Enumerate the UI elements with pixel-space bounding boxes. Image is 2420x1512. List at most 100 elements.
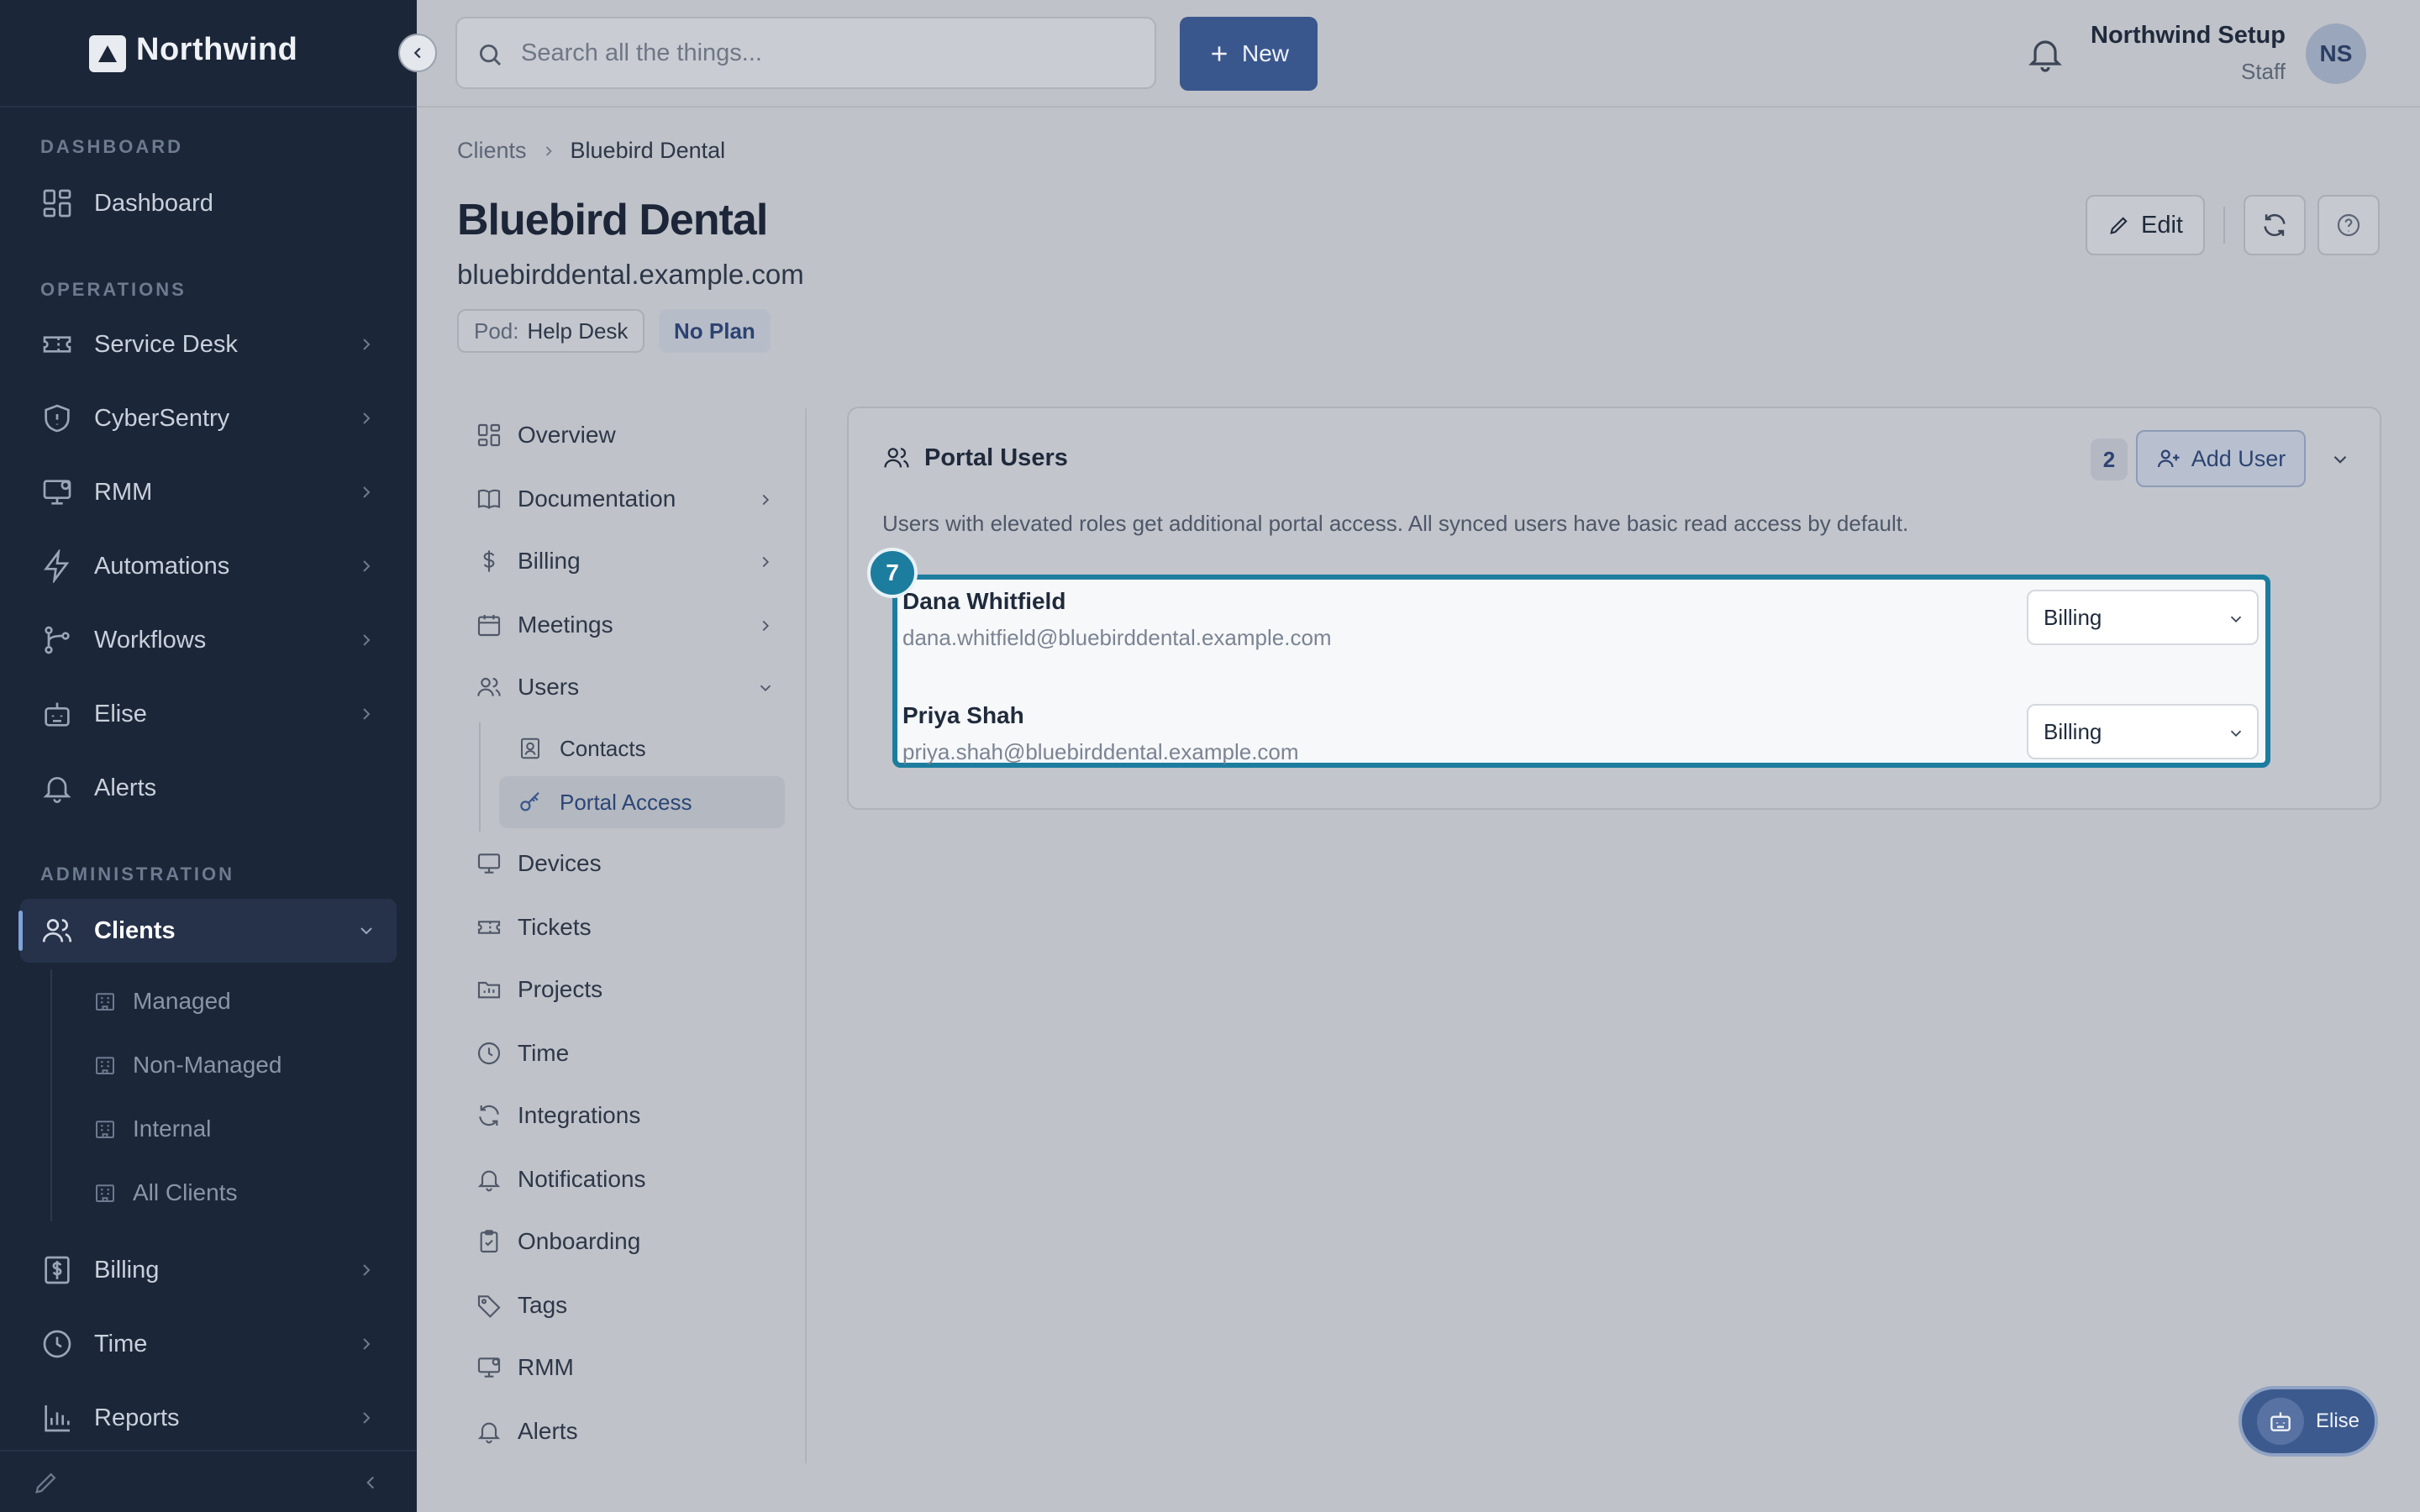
user-email: dana.whitfield@bluebirddental.example.co… — [902, 625, 1332, 650]
tab-label: Alerts — [518, 1418, 578, 1444]
chevron-right-icon — [540, 143, 557, 160]
sidebar-item-workflows[interactable]: Workflows — [20, 608, 397, 672]
edit-button-label: Edit — [2141, 211, 2183, 239]
sidebar-toggle-button[interactable] — [398, 34, 437, 72]
chevron-right-icon — [356, 334, 376, 354]
sidebar-item-rmm[interactable]: RMM — [20, 460, 397, 524]
breadcrumb-clients[interactable]: Clients — [457, 138, 527, 164]
pod-badge[interactable]: Pod: Help Desk — [457, 309, 645, 353]
add-user-label: Add User — [2191, 445, 2286, 471]
list-item: Priya Shah priya.shah@bluebirddental.exa… — [902, 692, 2264, 776]
tab-overview[interactable]: Overview — [472, 408, 783, 462]
building-icon — [92, 1116, 118, 1142]
role-select[interactable]: Billing — [2027, 590, 2259, 645]
tab-devices[interactable]: Devices — [472, 837, 783, 890]
sidebar-item-label: Billing — [94, 1256, 160, 1284]
search-icon — [476, 40, 504, 69]
sidebar-item-time[interactable]: Time — [20, 1312, 397, 1376]
sidebar-logo[interactable]: Northwind — [0, 0, 417, 108]
tab-onboarding[interactable]: Onboarding — [472, 1215, 783, 1268]
tab-portal-access[interactable]: Portal Access — [499, 776, 785, 828]
tab-time[interactable]: Time — [472, 1026, 783, 1080]
sidebar-item-label: Alerts — [94, 774, 157, 801]
tab-label: Projects — [518, 976, 603, 1002]
bell-icon — [476, 1166, 502, 1193]
tab-notifications[interactable]: Notifications — [472, 1152, 783, 1206]
lightning-icon — [40, 549, 74, 583]
step-badge: 7 — [867, 548, 918, 598]
tab-users[interactable]: Users — [472, 660, 783, 714]
pod-value: Help Desk — [527, 318, 629, 344]
sidebar-item-cybersentry[interactable]: CyberSentry — [20, 386, 397, 450]
tab-label: Meetings — [518, 612, 613, 638]
user-name: Priya Shah — [902, 702, 1024, 728]
sidebar-item-clients[interactable]: Clients — [18, 899, 397, 963]
search-box[interactable] — [455, 17, 1156, 89]
sidebar-item-dashboard[interactable]: Dashboard — [20, 171, 397, 235]
edit-button[interactable]: Edit — [2086, 195, 2205, 255]
user-role: Staff — [2240, 59, 2286, 84]
sidebar-subitem-non-managed[interactable]: Non-Managed — [92, 1040, 281, 1090]
collapse-sidebar-icon[interactable] — [360, 1472, 381, 1494]
tab-tickets[interactable]: Tickets — [472, 900, 783, 954]
sidebar-item-alerts[interactable]: Alerts — [20, 756, 397, 820]
elise-assistant-button[interactable]: Elise — [2238, 1386, 2378, 1457]
tab-integrations[interactable]: Integrations — [472, 1089, 783, 1142]
tab-alerts[interactable]: Alerts — [472, 1404, 783, 1458]
key-icon — [518, 790, 543, 815]
sidebar-item-automations[interactable]: Automations — [20, 534, 397, 598]
plus-icon — [1208, 43, 1230, 65]
tab-tags[interactable]: Tags — [472, 1278, 783, 1332]
chevron-right-icon — [356, 1260, 376, 1280]
add-user-button[interactable]: Add User — [2136, 430, 2306, 487]
sidebar-item-elise[interactable]: Elise — [20, 682, 397, 746]
tab-label: Contacts — [560, 735, 646, 761]
sidebar-item-billing[interactable]: Billing — [20, 1238, 397, 1302]
sidebar-item-label: Time — [94, 1330, 148, 1357]
chevron-down-icon[interactable] — [2329, 449, 2351, 470]
sidebar-subitem-label: Non-Managed — [133, 1052, 282, 1078]
chevron-right-icon — [356, 1334, 376, 1354]
card-title: Portal Users — [882, 444, 1068, 472]
tab-billing[interactable]: Billing — [472, 534, 783, 588]
notifications-bell-icon[interactable] — [2025, 34, 2065, 74]
tab-projects[interactable]: Projects — [472, 963, 783, 1016]
tab-label: RMM — [518, 1354, 574, 1380]
tab-label: Portal Access — [560, 789, 692, 815]
chevron-right-icon — [756, 617, 775, 635]
list-item: Dana Whitfield dana.whitfield@bluebirdde… — [902, 578, 2264, 662]
sidebar-item-reports[interactable]: Reports — [20, 1386, 397, 1450]
sync-icon — [476, 1102, 502, 1129]
sidebar-item-label: Service Desk — [94, 330, 238, 358]
sidebar-subitem-all-clients[interactable]: All Clients — [92, 1168, 237, 1218]
refresh-button[interactable] — [2244, 195, 2306, 255]
help-button[interactable] — [2317, 195, 2380, 255]
avatar[interactable]: NS — [2306, 24, 2366, 84]
search-input[interactable] — [521, 34, 1126, 72]
sidebar-item-service-desk[interactable]: Service Desk — [20, 312, 397, 376]
card-description: Users with elevated roles get additional… — [882, 511, 1909, 536]
pencil-icon[interactable] — [32, 1468, 60, 1497]
role-select[interactable]: Billing — [2027, 704, 2259, 759]
logo-icon — [89, 35, 126, 72]
ticket-icon — [476, 914, 502, 941]
tab-label: Integrations — [518, 1102, 641, 1128]
sidebar-subitem-managed[interactable]: Managed — [92, 976, 231, 1026]
building-icon — [92, 1180, 118, 1205]
tab-label: Documentation — [518, 486, 676, 512]
tab-label: Tags — [518, 1292, 568, 1318]
chevron-right-icon — [756, 553, 775, 571]
tag-icon — [476, 1292, 502, 1319]
tab-rmm[interactable]: RMM — [472, 1341, 783, 1394]
tab-meetings[interactable]: Meetings — [472, 598, 783, 652]
topbar: New Northwind Setup Staff NS — [417, 0, 2420, 108]
tab-documentation[interactable]: Documentation — [472, 472, 783, 526]
users-icon — [40, 914, 74, 948]
sidebar-subitem-internal[interactable]: Internal — [92, 1104, 211, 1154]
tab-contacts[interactable]: Contacts — [499, 722, 785, 774]
pod-label: Pod: — [474, 318, 519, 344]
sidebar-item-label: CyberSentry — [94, 404, 230, 432]
user-name: Northwind Setup — [2091, 22, 2286, 49]
clock-icon — [476, 1040, 502, 1067]
new-button[interactable]: New — [1180, 17, 1318, 91]
